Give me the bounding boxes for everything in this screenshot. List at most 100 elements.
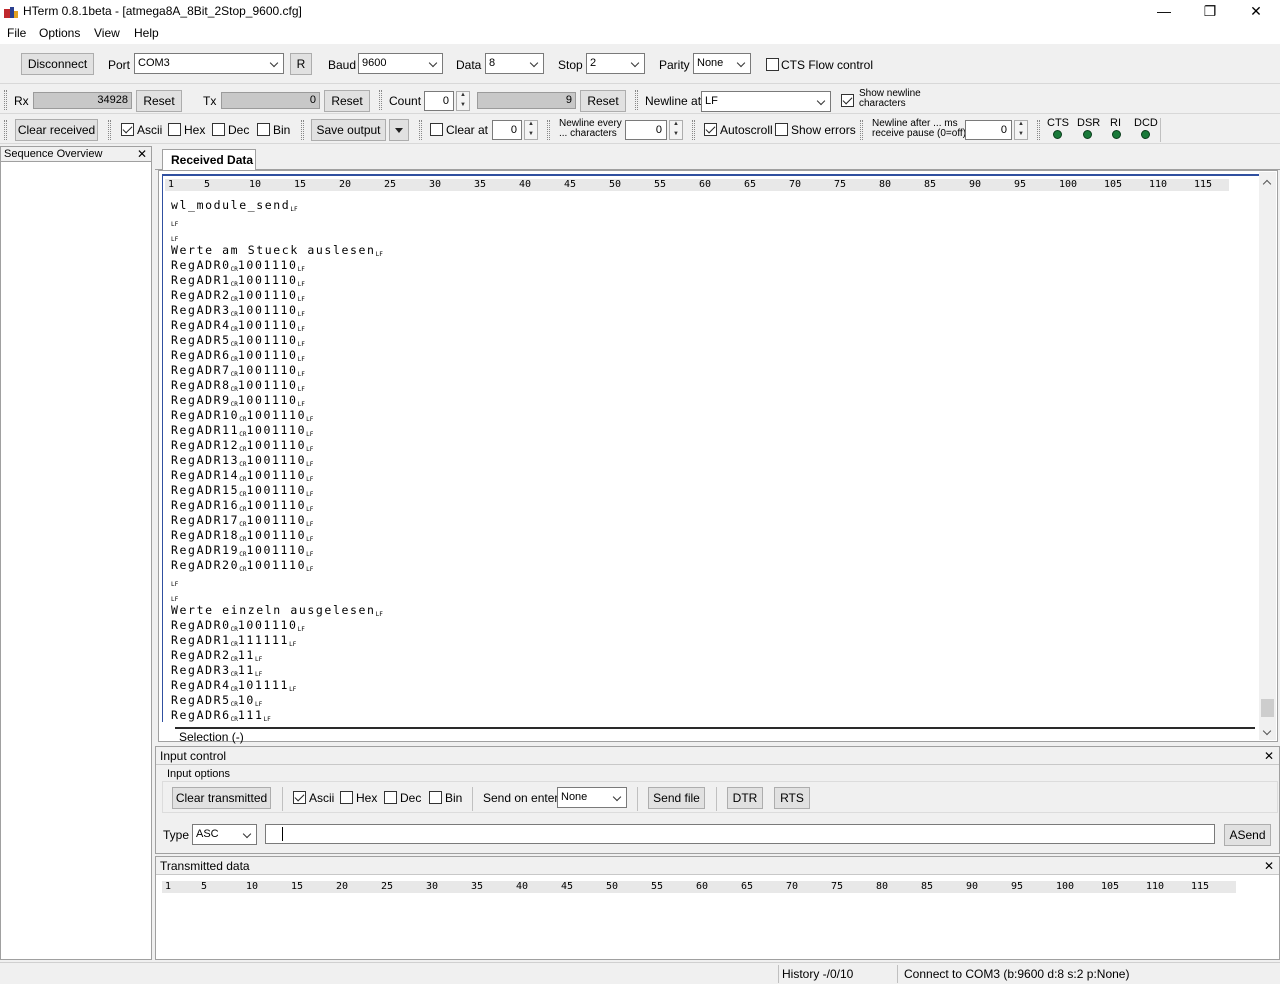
tx-reset-button[interactable]: Reset (324, 90, 370, 112)
count-reset-button[interactable]: Reset (580, 90, 626, 112)
stop-bits-value: 2 (590, 57, 597, 69)
type-select[interactable]: ASC (192, 824, 257, 845)
newline-after-input[interactable]: 0 (965, 120, 1012, 140)
rx-reset-button[interactable]: Reset (136, 90, 182, 112)
send-on-enter-label: Send on enter (483, 791, 559, 805)
ruler-mark: 45 (561, 881, 574, 892)
toolbar-grip[interactable] (4, 120, 7, 140)
tx-dec-checkbox[interactable] (384, 791, 397, 804)
toolbar-grip[interactable] (4, 90, 7, 110)
data-bits-select[interactable]: 8 (485, 53, 544, 74)
save-output-button[interactable]: Save output (311, 119, 386, 141)
received-text: RegADR1 (171, 633, 231, 647)
received-scrollbar[interactable] (1259, 172, 1276, 740)
port-select[interactable]: COM3 (134, 53, 284, 74)
rx-ascii-checkbox[interactable] (121, 123, 134, 136)
received-line: RegADR17CR1001110LF (171, 513, 383, 528)
received-line: RegADR6CR111LF (171, 708, 383, 723)
cts-flow-checkbox[interactable] (766, 58, 779, 71)
close-icon[interactable]: ✕ (1264, 859, 1274, 873)
line-feed-marker: LF (297, 356, 305, 363)
newline-after-spinner[interactable] (1014, 120, 1028, 140)
menu-bar: File Options View Help (0, 24, 1280, 44)
menu-file[interactable]: File (7, 26, 26, 40)
ruler-mark: 20 (336, 881, 349, 892)
received-text: 1001110 (237, 318, 298, 332)
newline-at-select[interactable]: LF (701, 91, 831, 112)
count-spinner[interactable] (456, 91, 470, 111)
menu-help[interactable]: Help (134, 26, 159, 40)
line-feed-marker: LF (171, 596, 179, 603)
parity-select[interactable]: None (693, 53, 751, 74)
toolbar-grip[interactable] (108, 120, 111, 140)
line-feed-marker: LF (306, 431, 314, 438)
send-file-button[interactable]: Send file (648, 787, 705, 809)
baud-select[interactable]: 9600 (358, 53, 443, 74)
show-errors-checkbox[interactable] (775, 123, 788, 136)
close-icon[interactable]: ✕ (1264, 749, 1274, 763)
line-feed-marker: LF (375, 251, 383, 258)
ruler-mark: 55 (654, 179, 667, 190)
minimize-icon[interactable]: — (1141, 0, 1187, 24)
received-line: RegADR18CR1001110LF (171, 528, 383, 543)
newline-every-spinner[interactable] (669, 120, 683, 140)
scroll-thumb[interactable] (1261, 699, 1274, 717)
sequence-overview-header: Sequence Overview ✕ (1, 147, 151, 162)
toolbar-grip[interactable] (860, 120, 863, 140)
clear-at-spinner[interactable] (524, 120, 538, 140)
newline-every-input[interactable]: 0 (625, 120, 667, 140)
newline-every-label: Newline every... characters (559, 119, 622, 139)
asend-button[interactable]: ASend (1224, 824, 1271, 846)
toolbar-grip[interactable] (547, 120, 550, 140)
close-icon[interactable]: ✕ (1233, 0, 1279, 24)
transmitted-data-header: Transmitted data (156, 857, 1279, 875)
tab-received-data[interactable]: Received Data (162, 149, 256, 171)
save-output-dropdown[interactable] (389, 119, 409, 141)
clear-at-input[interactable]: 0 (492, 120, 522, 140)
rx-dec-checkbox[interactable] (212, 123, 225, 136)
menu-view[interactable]: View (94, 26, 120, 40)
rx-hex-checkbox[interactable] (168, 123, 181, 136)
tx-ascii-checkbox[interactable] (293, 791, 306, 804)
received-data-view[interactable]: 1 5 10 15 20 25 30 35 40 45 50 55 60 65 70 75 80 85 90 95 10… (158, 170, 1278, 744)
received-line: RegADR16CR1001110LF (171, 498, 383, 513)
dtr-button[interactable]: DTR (727, 787, 763, 809)
app-icon (4, 7, 18, 18)
scroll-down-icon[interactable] (1263, 728, 1271, 736)
show-newline-checkbox[interactable] (841, 94, 854, 107)
restore-icon[interactable]: ❐ (1187, 0, 1233, 24)
disconnect-button[interactable]: Disconnect (21, 53, 94, 75)
tx-hex-checkbox[interactable] (340, 791, 353, 804)
send-on-enter-select[interactable]: None (557, 787, 627, 808)
send-input[interactable] (265, 824, 1215, 844)
stop-bits-select[interactable]: 2 (586, 53, 645, 74)
toolbar-grip[interactable] (692, 120, 695, 140)
line-feed-marker: LF (297, 401, 305, 408)
toolbar-grip[interactable] (635, 90, 638, 110)
toolbar-grip[interactable] (419, 120, 422, 140)
received-line: LF (171, 213, 383, 228)
refresh-ports-button[interactable]: R (290, 53, 312, 75)
toolbar-grip[interactable] (301, 120, 304, 140)
rts-button[interactable]: RTS (774, 787, 810, 809)
input-control-header: Input control (156, 747, 1279, 765)
rx-bin-checkbox[interactable] (257, 123, 270, 136)
received-text: RegADR4 (171, 678, 231, 692)
close-icon[interactable]: ✕ (137, 147, 147, 161)
clear-at-checkbox[interactable] (430, 123, 443, 136)
clear-received-button[interactable]: Clear received (15, 119, 98, 141)
scroll-up-icon[interactable] (1263, 178, 1271, 186)
toolbar-grip[interactable] (1037, 120, 1040, 140)
tx-bin-checkbox[interactable] (429, 791, 442, 804)
count-input[interactable]: 0 (424, 91, 454, 111)
received-line: RegADR1CR111111LF (171, 633, 383, 648)
menu-options[interactable]: Options (39, 26, 80, 40)
type-label: Type (163, 828, 190, 842)
ruler-mark: 15 (294, 179, 307, 190)
received-text: 1001110 (237, 273, 298, 287)
received-text: RegADR5 (171, 693, 231, 707)
clear-transmitted-button[interactable]: Clear transmitted (172, 787, 271, 809)
autoscroll-checkbox[interactable] (704, 123, 717, 136)
toolbar-grip[interactable] (379, 90, 382, 110)
received-text-area[interactable]: 1 5 10 15 20 25 30 35 40 45 50 55 60 65 70 75 80 85 90 95 10… (162, 174, 1260, 744)
